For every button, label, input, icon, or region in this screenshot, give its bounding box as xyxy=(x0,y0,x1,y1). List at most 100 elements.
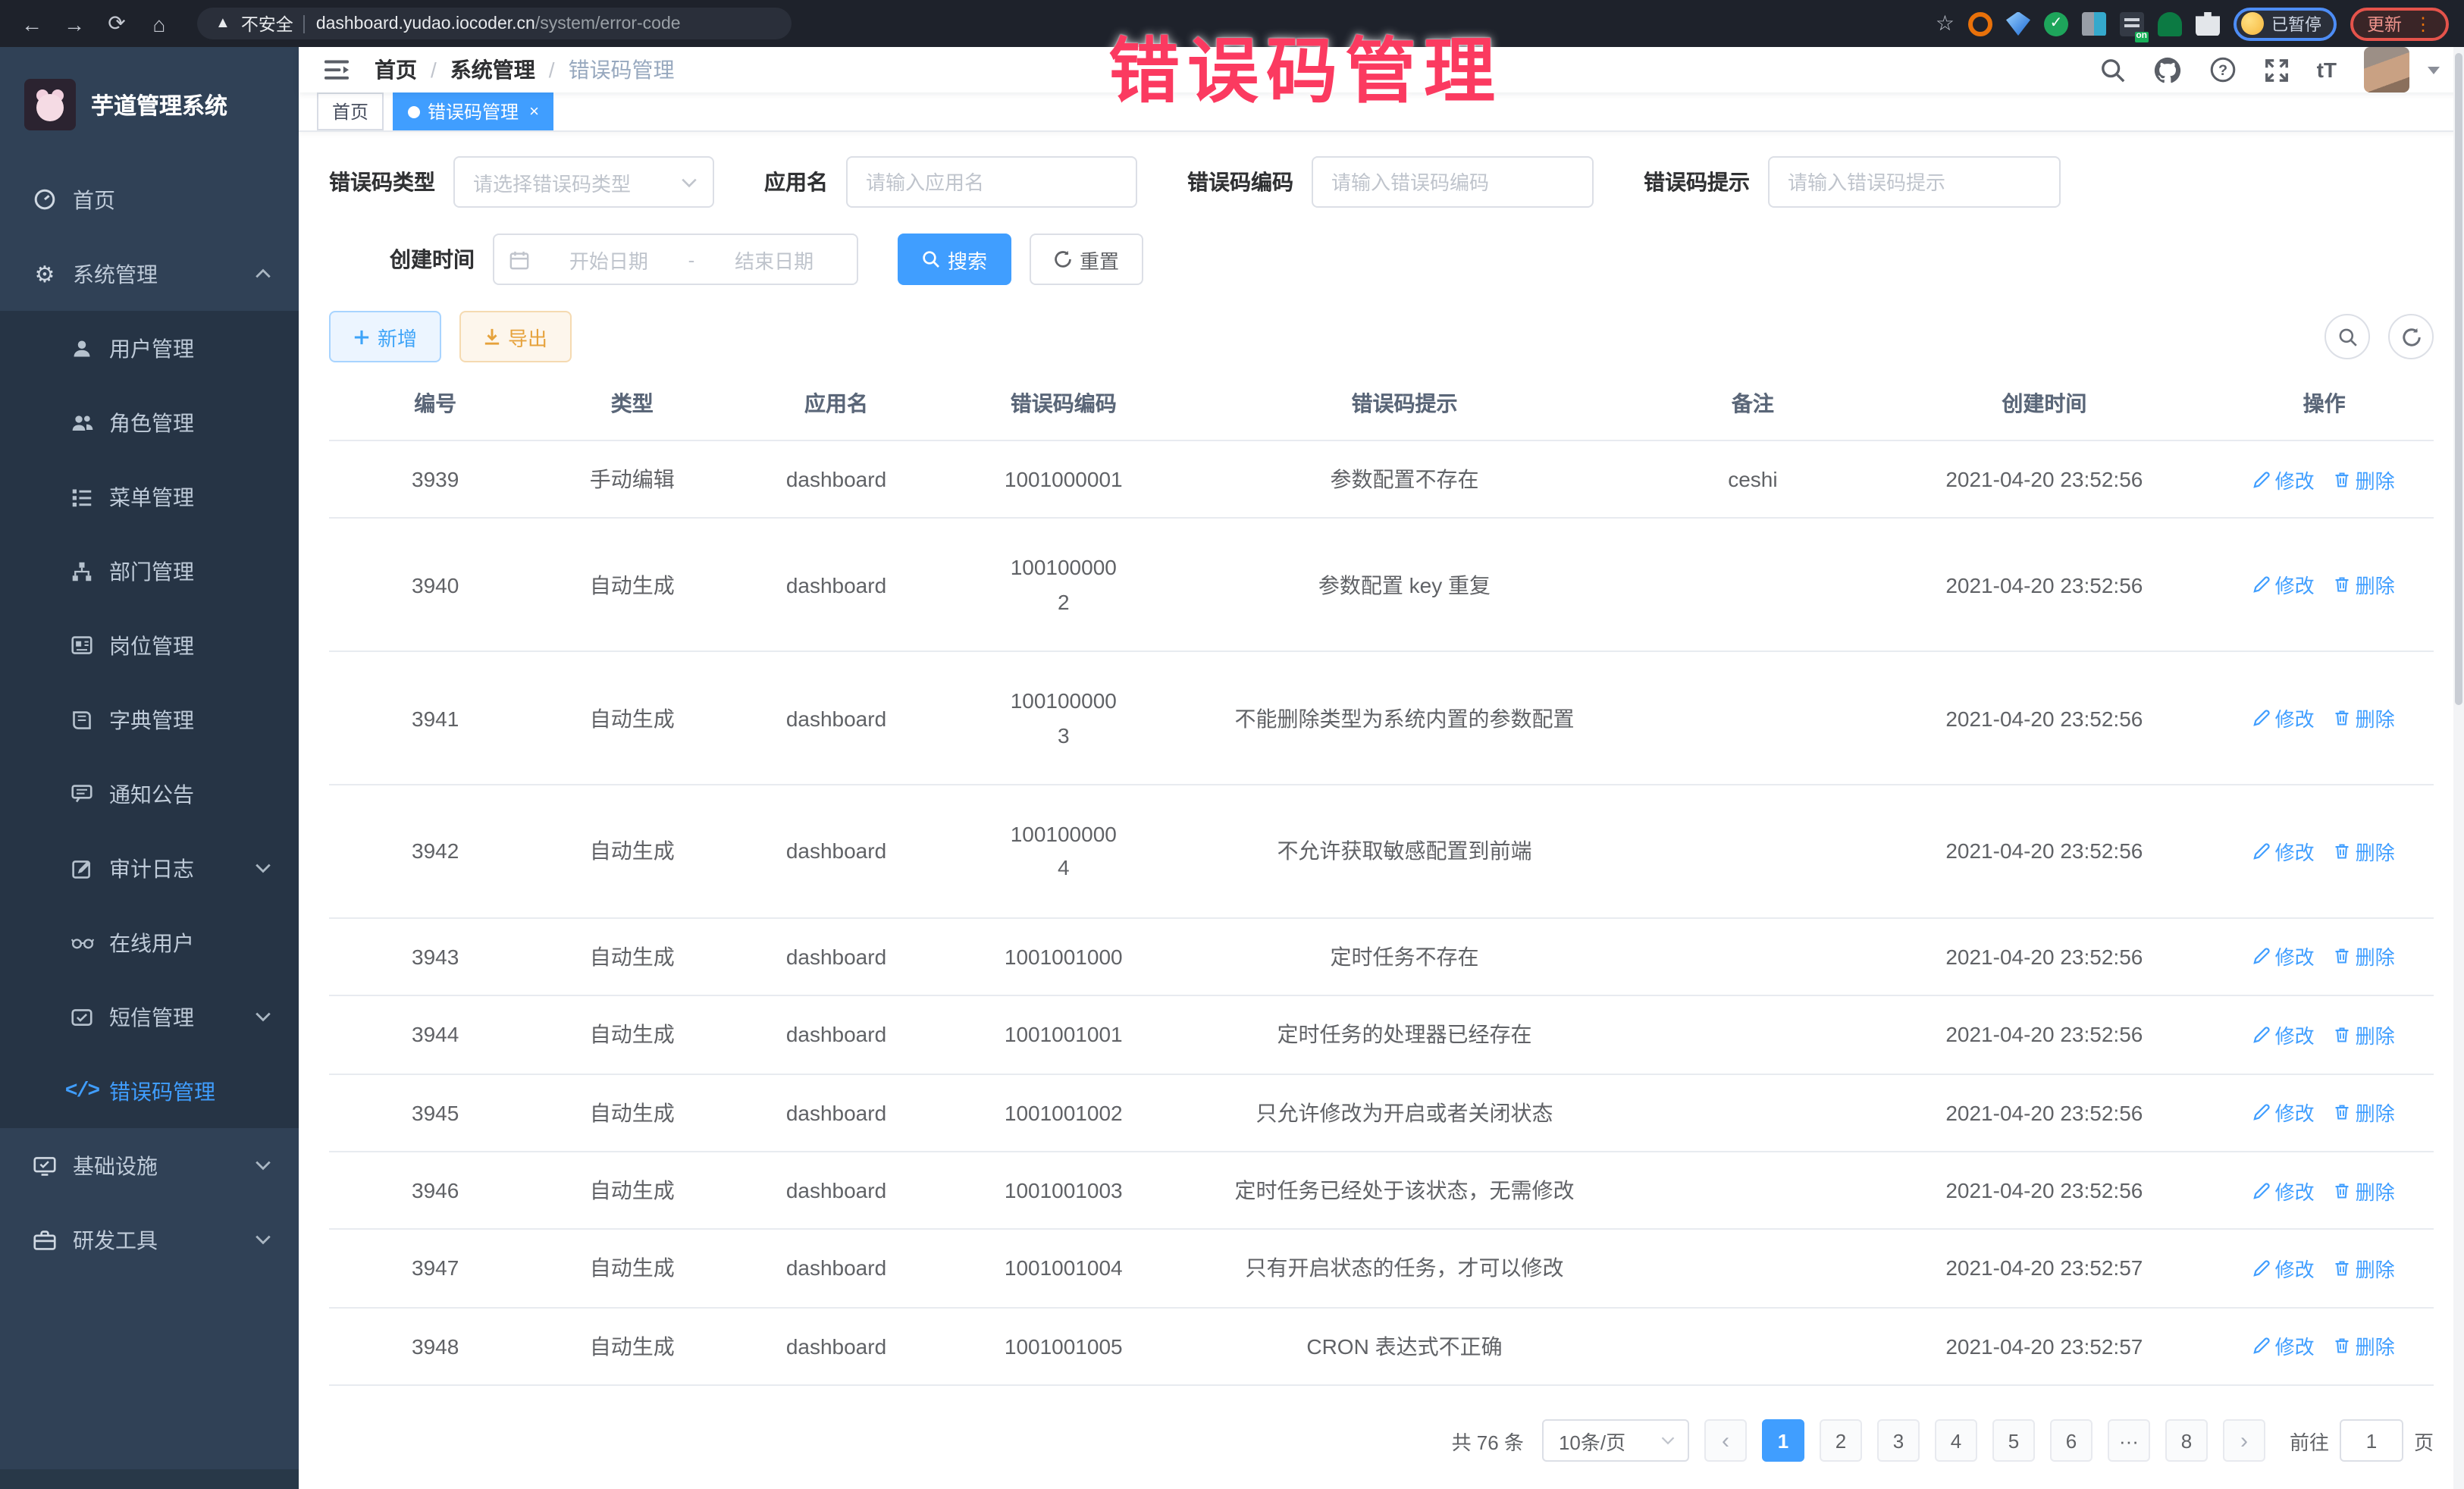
code-icon: </> xyxy=(70,1079,94,1103)
browser-reload-button[interactable]: ⟳ xyxy=(100,7,133,40)
goto-page-input[interactable] xyxy=(2340,1419,2403,1462)
app-name-input[interactable] xyxy=(866,171,1118,193)
prev-page-button[interactable]: ‹ xyxy=(1704,1419,1747,1462)
extension-icon-ring[interactable] xyxy=(1968,11,1992,36)
tag-close-icon[interactable]: × xyxy=(529,102,539,121)
sidebar-item-audit-log[interactable]: 审计日志 xyxy=(0,831,299,905)
sidebar-item-error-codes[interactable]: </> 错误码管理 xyxy=(0,1054,299,1128)
error-code-input[interactable] xyxy=(1331,171,1574,193)
extension-icon-key[interactable] xyxy=(2158,11,2182,36)
edit-link[interactable]: 修改 xyxy=(2254,837,2315,866)
delete-link[interactable]: 删除 xyxy=(2334,704,2395,732)
font-size-icon[interactable]: tT xyxy=(2317,58,2337,82)
edit-link[interactable]: 修改 xyxy=(2254,942,2315,971)
tag-home[interactable]: 首页 xyxy=(317,92,384,130)
chevron-down-icon xyxy=(255,1160,271,1171)
extension-icon-green[interactable] xyxy=(2044,11,2068,36)
avatar-caret-icon[interactable] xyxy=(2428,66,2440,74)
page-button-1[interactable]: 1 xyxy=(1762,1419,1804,1462)
error-type-select[interactable]: 请选择错误码类型 xyxy=(453,156,714,208)
app-logo-row[interactable]: 芋道管理系统 xyxy=(0,47,299,162)
delete-link[interactable]: 删除 xyxy=(2334,571,2395,600)
sidebar-item-dev-tools[interactable]: 研发工具 xyxy=(0,1202,299,1277)
sidebar-collapse-icon[interactable] xyxy=(323,58,350,82)
edit-link[interactable]: 修改 xyxy=(2254,1176,2315,1205)
window-scrollbar[interactable] xyxy=(2453,47,2464,1489)
page-button-6[interactable]: 6 xyxy=(2050,1419,2093,1462)
sidebar-item-departments[interactable]: 部门管理 xyxy=(0,534,299,608)
sidebar-item-system[interactable]: ⚙ 系统管理 xyxy=(0,237,299,311)
page-button-3[interactable]: 3 xyxy=(1877,1419,1920,1462)
delete-link[interactable]: 删除 xyxy=(2334,942,2395,971)
tag-error-codes[interactable]: 错误码管理 × xyxy=(393,92,554,130)
cell-time: 2021-04-20 23:52:56 xyxy=(1874,995,2215,1074)
sidebar-item-notices[interactable]: 通知公告 xyxy=(0,757,299,831)
menu-list-icon xyxy=(70,486,94,507)
sidebar-item-online-users[interactable]: 在线用户 xyxy=(0,905,299,980)
col-code: 错误码编码 xyxy=(950,368,1177,440)
edit-link[interactable]: 修改 xyxy=(2254,1332,2315,1361)
page-ellipsis-button[interactable]: ··· xyxy=(2108,1419,2150,1462)
delete-link[interactable]: 删除 xyxy=(2334,1254,2395,1283)
create-time-range-picker[interactable]: 开始日期 - 结束日期 xyxy=(493,234,858,285)
page-button-8[interactable]: 8 xyxy=(2165,1419,2208,1462)
edit-link[interactable]: 修改 xyxy=(2254,465,2315,494)
edit-link[interactable]: 修改 xyxy=(2254,1098,2315,1127)
browser-forward-button[interactable]: → xyxy=(58,7,91,40)
fullscreen-icon[interactable] xyxy=(2264,57,2290,83)
edit-link[interactable]: 修改 xyxy=(2254,704,2315,732)
add-button[interactable]: 新增 xyxy=(329,311,441,362)
page-button-5[interactable]: 5 xyxy=(1992,1419,2035,1462)
delete-link[interactable]: 删除 xyxy=(2334,1098,2395,1127)
sidebar-item-home[interactable]: 首页 xyxy=(0,162,299,237)
browser-profile-chip[interactable]: 已暂停 xyxy=(2234,7,2337,40)
browser-home-button[interactable]: ⌂ xyxy=(143,7,176,40)
cell-app: dashboard xyxy=(723,1074,950,1152)
browser-update-button[interactable]: 更新 ⋮ xyxy=(2350,7,2449,40)
profile-status-label: 已暂停 xyxy=(2271,11,2321,36)
page-button-2[interactable]: 2 xyxy=(1820,1419,1862,1462)
breadcrumb-system[interactable]: 系统管理 xyxy=(450,55,535,85)
delete-link[interactable]: 删除 xyxy=(2334,1332,2395,1361)
table-header-row: 编号 类型 应用名 错误码编码 错误码提示 备注 创建时间 操作 xyxy=(329,368,2434,440)
delete-link[interactable]: 删除 xyxy=(2334,837,2395,866)
delete-link[interactable]: 删除 xyxy=(2334,465,2395,494)
page-button-4[interactable]: 4 xyxy=(1935,1419,1977,1462)
user-avatar[interactable] xyxy=(2364,47,2409,92)
delete-link[interactable]: 删除 xyxy=(2334,1176,2395,1205)
edit-link[interactable]: 修改 xyxy=(2254,571,2315,600)
sidebar-item-dictionary[interactable]: 字典管理 xyxy=(0,682,299,757)
bookmark-star-icon[interactable]: ☆ xyxy=(1936,11,1955,36)
breadcrumb-home[interactable]: 首页 xyxy=(375,55,417,85)
address-bar[interactable]: ▲ 不安全 dashboard.yudao.iocoder.cn/system/… xyxy=(197,8,792,39)
page-size-select[interactable]: 10条/页 xyxy=(1542,1419,1689,1462)
scrollbar-thumb[interactable] xyxy=(2455,53,2462,705)
sidebar-item-users[interactable]: 用户管理 xyxy=(0,311,299,385)
header-search-icon[interactable] xyxy=(2100,57,2126,83)
error-hint-input[interactable] xyxy=(1788,171,2041,193)
browser-back-button[interactable]: ← xyxy=(15,7,49,40)
next-page-button[interactable]: › xyxy=(2223,1419,2265,1462)
delete-link[interactable]: 删除 xyxy=(2334,1020,2395,1049)
sidebar-item-roles[interactable]: 角色管理 xyxy=(0,385,299,459)
edit-link[interactable]: 修改 xyxy=(2254,1254,2315,1283)
sidebar-item-menus[interactable]: 菜单管理 xyxy=(0,459,299,534)
edit-link[interactable]: 修改 xyxy=(2254,1020,2315,1049)
not-secure-label[interactable]: 不安全 xyxy=(241,11,293,36)
extension-icon-switch[interactable] xyxy=(2120,11,2144,36)
export-button[interactable]: 导出 xyxy=(459,311,572,362)
browser-menu-icon[interactable]: ⋮ xyxy=(2414,16,2432,31)
reset-button[interactable]: 重置 xyxy=(1030,234,1143,285)
sidebar-item-infrastructure[interactable]: 基础设施 xyxy=(0,1128,299,1202)
sidebar-item-posts[interactable]: 岗位管理 xyxy=(0,608,299,682)
sidebar-item-sms[interactable]: 短信管理 xyxy=(0,980,299,1054)
extension-icon-grid[interactable] xyxy=(2082,11,2106,36)
toggle-search-button[interactable] xyxy=(2324,314,2370,359)
search-button[interactable]: 搜索 xyxy=(898,234,1011,285)
extension-icon-gem[interactable] xyxy=(2006,11,2030,36)
github-icon[interactable] xyxy=(2153,55,2182,84)
help-icon[interactable]: ? xyxy=(2209,56,2237,83)
refresh-table-button[interactable] xyxy=(2388,314,2434,359)
extensions-puzzle-icon[interactable] xyxy=(2196,11,2220,36)
url-path: /system/error-code xyxy=(535,14,681,33)
